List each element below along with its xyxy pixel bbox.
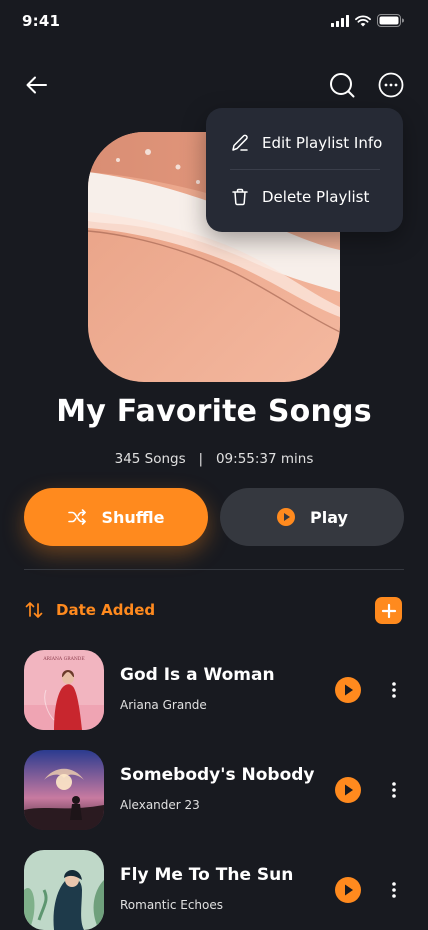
shuffle-label: Shuffle [101,507,165,527]
menu-item-label: Edit Playlist Info [262,134,383,152]
more-options-button[interactable] [377,71,405,99]
song-count: 345 Songs [114,451,186,467]
more-vertical-icon [392,782,396,798]
playlist-duration: 09:55:37 mins [215,451,314,467]
song-more-button[interactable] [384,878,404,902]
song-play-button[interactable] [334,776,362,804]
shuffle-icon [68,509,87,525]
more-vertical-icon [392,682,396,698]
meta-separator: | [198,451,204,467]
arrow-left-icon [26,76,47,94]
plus-icon [381,603,396,618]
more-vertical-icon [392,882,396,898]
song-play-button[interactable] [334,676,362,704]
song-artist: Ariana Grande [120,698,207,712]
song-list-item[interactable]: ARIANA GRANDE God Is a Woman Ariana Gran… [24,650,404,730]
menu-item-label: Delete Playlist [262,188,370,206]
edit-icon [232,134,248,151]
status-time: 9:41 [22,12,61,30]
album-art [24,850,104,930]
play-button[interactable]: Play [220,488,404,546]
menu-item-edit-playlist[interactable]: Edit Playlist Info [206,116,403,170]
playlist-title: My Favorite Songs [56,394,372,429]
play-label: Play [310,507,348,527]
search-icon [330,73,355,98]
back-button[interactable] [24,72,50,98]
song-more-button[interactable] [384,678,404,702]
album-art-image: ARIANA GRANDE [24,650,104,730]
album-art [24,750,104,830]
song-artist: Alexander 23 [120,798,200,812]
song-title: Fly Me To The Sun [120,865,294,885]
status-icons [331,14,404,27]
song-title: God Is a Woman [120,665,275,685]
playlist-meta: 345 Songs | 09:55:37 mins [0,451,428,467]
song-list-item[interactable]: Somebody's Nobody Alexander 23 [24,750,404,830]
album-art-caption: ARIANA GRANDE [42,656,84,662]
sort-icon [25,602,43,618]
signal-icon [331,14,349,27]
song-artist: Romantic Echoes [120,898,224,912]
status-bar: 9:41 [0,0,428,44]
wifi-icon [355,14,371,26]
play-circle-icon [277,508,296,526]
more-circle-icon [378,72,404,98]
add-song-button[interactable] [375,597,402,624]
song-play-button[interactable] [334,876,362,904]
menu-item-delete-playlist[interactable]: Delete Playlist [206,170,403,224]
play-circle-icon [335,777,361,803]
sort-control[interactable]: Date Added [24,596,155,624]
search-button[interactable] [328,71,356,99]
album-art: ARIANA GRANDE [24,650,104,730]
shuffle-button[interactable]: Shuffle [24,488,208,546]
playlist-options-menu: Edit Playlist Info Delete Playlist [206,108,403,232]
album-art-image [24,850,104,930]
song-more-button[interactable] [384,778,404,802]
play-circle-icon [335,677,361,703]
section-divider [24,569,404,570]
battery-icon [377,14,404,27]
play-circle-icon [335,877,361,903]
song-title: Somebody's Nobody [120,765,315,785]
sort-label: Date Added [56,601,156,619]
album-art-image [24,750,104,830]
song-list-item[interactable]: Fly Me To The Sun Romantic Echoes [24,850,404,930]
trash-icon [232,188,248,206]
